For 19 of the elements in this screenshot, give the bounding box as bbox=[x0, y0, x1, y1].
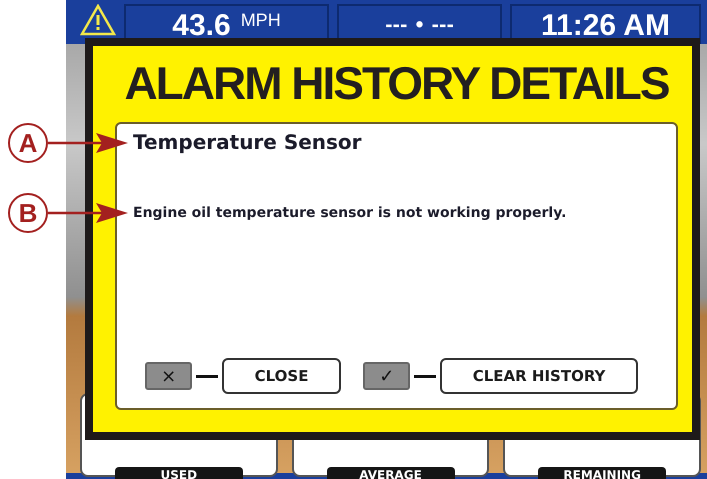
connector-line bbox=[414, 374, 436, 378]
alarm-name: Temperature Sensor bbox=[133, 130, 363, 154]
gauge-label: USED bbox=[114, 467, 243, 479]
warning-icon bbox=[80, 4, 116, 36]
gauge-label: REMAINING bbox=[538, 467, 666, 479]
key-button[interactable]: ✓ bbox=[363, 362, 410, 390]
key-button[interactable]: × bbox=[145, 362, 192, 390]
callout-marker: A bbox=[8, 123, 48, 163]
connector-line bbox=[196, 374, 218, 378]
dialog-title: ALARM HISTORY DETAILS bbox=[123, 56, 670, 111]
speed-unit: MPH bbox=[240, 10, 281, 31]
gauge-label: AVERAGE bbox=[326, 467, 454, 479]
callout-marker: B bbox=[8, 193, 48, 233]
alarm-message: Engine oil temperature sensor is not working properly. bbox=[133, 204, 568, 223]
heading-value: --- • --- bbox=[385, 14, 454, 38]
clock-time: 11:26 AM bbox=[541, 10, 670, 42]
speed-value: 43.6 bbox=[172, 10, 231, 42]
dialog-button[interactable]: CLOSE bbox=[222, 358, 342, 394]
dialog-button[interactable]: CLEAR HISTORY bbox=[440, 358, 638, 394]
